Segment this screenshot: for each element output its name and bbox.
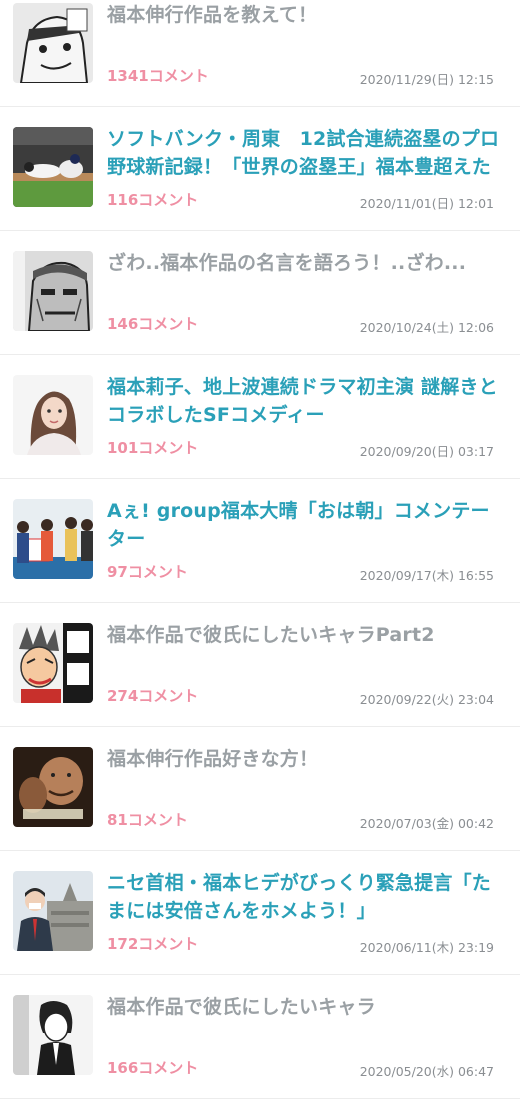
comment-count: 1341コメント [107,67,209,85]
article-title[interactable]: ニセ首相・福本ヒデがびっくり緊急提言「たまには安倍さんをホメよう！」 [107,869,502,925]
group-photo-icon[interactable] [13,499,93,579]
manga-suit-icon[interactable] [13,995,93,1075]
post-date: 2020/06/11(木) 23:19 [359,940,494,955]
article-title[interactable]: 福本伸行作品好きな方！ [107,745,502,773]
manga-cover-icon[interactable] [13,623,93,703]
comment-count: 146コメント [107,315,199,333]
comment-count: 97コメント [107,563,188,581]
comment-count: 166コメント [107,1059,199,1077]
tv-photo-icon[interactable] [13,747,93,827]
post-date: 2020/10/24(土) 12:06 [359,320,494,335]
manga-man-icon[interactable] [13,251,93,331]
article-title[interactable]: 福本作品で彼氏にしたいキャラPart2 [107,621,502,649]
baseball-photo-icon[interactable] [13,127,93,207]
article-title[interactable]: ざわ..福本作品の名言を語ろう！..ざわ... [107,249,502,277]
list-item[interactable]: 福本伸行作品を教えて！ 1341コメント 2020/11/29(日) 12:15 [0,0,520,107]
post-date: 2020/09/20(日) 03:17 [359,444,494,459]
comment-count: 274コメント [107,687,199,705]
list-item[interactable]: ざわ..福本作品の名言を語ろう！..ざわ... 146コメント 2020/10/… [0,231,520,355]
list-item[interactable]: ニセ首相・福本ヒデがびっくり緊急提言「たまには安倍さんをホメよう！」 172コメ… [0,851,520,975]
post-date: 2020/11/29(日) 12:15 [359,72,494,87]
article-title[interactable]: ソフトバンク・周東 12試合連続盗塁のプロ野球新記録！「世界の盗塁王」福本豊超え… [107,125,502,181]
post-date: 2020/09/17(木) 16:55 [359,568,494,583]
comment-count: 116コメント [107,191,199,209]
list-item[interactable]: 福本莉子、地上波連続ドラマ初主演 謎解きとコラボしたSFコメディー 101コメン… [0,355,520,479]
portrait-photo-icon[interactable] [13,375,93,455]
article-title[interactable]: 福本伸行作品を教えて！ [107,1,502,29]
article-title[interactable]: 福本莉子、地上波連続ドラマ初主演 謎解きとコラボしたSFコメディー [107,373,502,429]
post-date: 2020/05/20(水) 06:47 [359,1064,494,1079]
list-item[interactable]: ソフトバンク・周東 12試合連続盗塁のプロ野球新記録！「世界の盗塁王」福本豊超え… [0,107,520,231]
post-date: 2020/07/03(金) 00:42 [359,816,494,831]
article-list: 福本伸行作品を教えて！ 1341コメント 2020/11/29(日) 12:15… [0,0,520,1099]
list-item[interactable]: Aぇ! group福本大晴「おは朝」コメンテーター 97コメント 2020/09… [0,479,520,603]
comment-count: 172コメント [107,935,199,953]
article-title[interactable]: 福本作品で彼氏にしたいキャラ [107,993,502,1021]
diet-building-photo-icon[interactable] [13,871,93,951]
post-date: 2020/09/22(火) 23:04 [359,692,494,707]
comment-count: 81コメント [107,811,188,829]
manga-face-icon[interactable] [13,3,93,83]
post-date: 2020/11/01(日) 12:01 [359,196,494,211]
list-item[interactable]: 福本伸行作品好きな方！ 81コメント 2020/07/03(金) 00:42 [0,727,520,851]
article-title[interactable]: Aぇ! group福本大晴「おは朝」コメンテーター [107,497,502,553]
list-item[interactable]: 福本作品で彼氏にしたいキャラ 166コメント 2020/05/20(水) 06:… [0,975,520,1099]
list-item[interactable]: 福本作品で彼氏にしたいキャラPart2 274コメント 2020/09/22(火… [0,603,520,727]
comment-count: 101コメント [107,439,199,457]
